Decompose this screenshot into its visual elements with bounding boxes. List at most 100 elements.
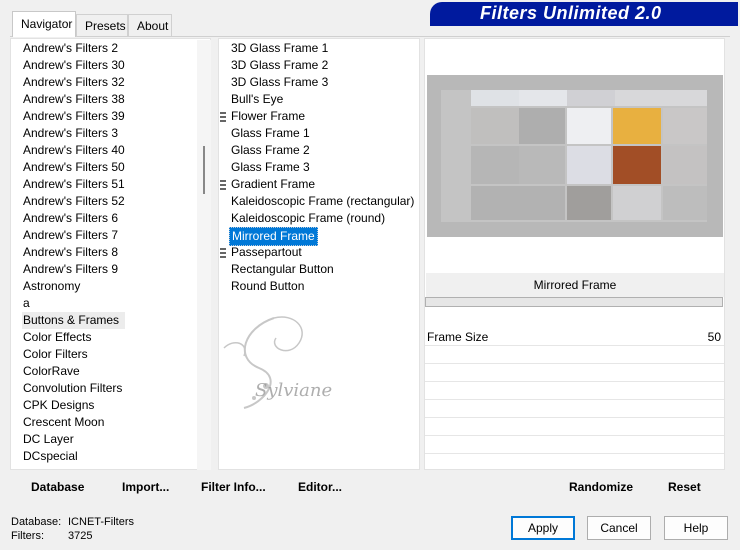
filter-item-label: Kaleidoscopic Frame (rectangular) [231,194,415,208]
category-item[interactable]: ColorRave [22,363,127,380]
filter-item-label: Glass Frame 2 [231,143,310,157]
category-item[interactable]: Convolution Filters [22,380,127,397]
group-grip-icon [220,180,226,190]
category-item[interactable]: Andrew's Filters 51 [22,176,127,193]
title-banner: Filters Unlimited 2.0 [430,2,738,26]
category-item[interactable]: Andrew's Filters 7 [22,227,127,244]
category-item[interactable]: Andrew's Filters 40 [22,142,127,159]
category-item[interactable]: Andrew's Filters 9 [22,261,127,278]
filter-item[interactable]: Kaleidoscopic Frame (round) [229,210,416,227]
preview-filter-name: Mirrored Frame [426,273,724,297]
category-item[interactable]: DCspecial [22,448,127,465]
filter-item-label: Kaleidoscopic Frame (round) [231,211,386,225]
filter-item-label: Mirrored Frame [232,229,315,243]
filter-item[interactable]: Glass Frame 2 [229,142,416,159]
filter-item-label: Glass Frame 1 [231,126,310,140]
param-row-empty [425,436,724,454]
filter-row: Passepartout [220,244,416,261]
param-row-empty [425,418,724,436]
editor-button[interactable]: Editor... [298,480,342,494]
filter-item-label: Glass Frame 3 [231,160,310,174]
param-value[interactable]: 50 [708,330,721,344]
filter-info-button[interactable]: Filter Info... [201,480,266,494]
filter-row: Glass Frame 1 [229,125,416,142]
watermark-flourish-icon [223,316,303,409]
filter-item[interactable]: Passepartout [220,244,416,261]
tab-about[interactable]: About [128,14,172,36]
filter-row: 3D Glass Frame 3 [229,74,416,91]
filter-item[interactable]: Flower Frame [220,108,416,125]
category-item[interactable]: Andrew's Filters 3 [22,125,127,142]
progress-bar [425,297,723,307]
filter-item-label: Rectangular Button [231,262,334,276]
filter-item[interactable]: Bull's Eye [229,91,416,108]
param-row-empty [425,400,724,418]
category-item[interactable]: Astronomy [22,278,127,295]
category-item[interactable]: CPK Designs [22,397,127,414]
filter-list[interactable]: 3D Glass Frame 1 3D Glass Frame 2 3D Glass… [220,40,416,295]
filter-item[interactable]: Rectangular Button [229,261,416,278]
filter-item-label: 3D Glass Frame 3 [231,75,329,89]
param-row-frame-size[interactable]: Frame Size 50 [425,328,724,346]
import-button[interactable]: Import... [122,480,169,494]
param-label: Frame Size [427,330,489,344]
filter-item[interactable]: 3D Glass Frame 3 [229,74,416,91]
filter-item-label: Passepartout [231,245,302,259]
category-scroll-thumb[interactable] [203,146,205,194]
category-item[interactable]: Color Effects [22,329,127,346]
filter-row: Bull's Eye [229,91,416,108]
category-list[interactable]: Andrew's Filters 2 Andrew's Filters 30 And… [22,40,127,465]
category-item[interactable]: Andrew's Filters 32 [22,74,127,91]
reset-button[interactable]: Reset [668,480,701,494]
filter-row: 3D Glass Frame 1 [229,40,416,57]
filter-item-label: Bull's Eye [231,92,284,106]
tab-presets[interactable]: Presets [76,14,128,36]
category-item[interactable]: Buttons & Frames [22,312,126,329]
category-item[interactable]: Andrew's Filters 38 [22,91,127,108]
tab-navigator[interactable]: Navigator [12,11,76,37]
filter-row: Round Button [229,278,416,295]
banner-title: Filters Unlimited 2.0 [480,3,662,23]
status-filters-label: Filters: [11,530,44,542]
randomize-button[interactable]: Randomize [569,480,633,494]
filter-item[interactable]: Round Button [229,278,416,295]
filter-item[interactable]: 3D Glass Frame 2 [229,57,416,74]
category-item[interactable]: Andrew's Filters 8 [22,244,127,261]
filter-item[interactable]: 3D Glass Frame 1 [229,40,416,57]
cancel-button[interactable]: Cancel [587,516,651,540]
filter-row: Gradient Frame [220,176,416,193]
category-item[interactable]: DC Layer [22,431,127,448]
preview-image [427,75,723,237]
category-item[interactable]: Andrew's Filters 6 [22,210,127,227]
filter-item[interactable]: Kaleidoscopic Frame (rectangular) [229,193,416,210]
watermark-text: Sylviane [255,380,333,401]
database-button[interactable]: Database [31,480,84,494]
category-item[interactable]: Crescent Moon [22,414,127,431]
category-item[interactable]: Andrew's Filters 30 [22,57,127,74]
filter-item[interactable]: Gradient Frame [220,176,416,193]
param-row-empty [425,346,724,364]
filter-item-label: Flower Frame [231,109,306,123]
filter-item-label: Gradient Frame [231,177,316,191]
filter-row: Mirrored Frame [229,227,416,246]
filter-row: Kaleidoscopic Frame (rectangular) [229,193,416,210]
group-grip-icon [220,248,226,258]
param-row-empty [425,364,724,382]
filter-row: 3D Glass Frame 2 [229,57,416,74]
category-item[interactable]: Andrew's Filters 2 [22,40,127,57]
category-item[interactable]: Color Filters [22,346,127,363]
filter-item[interactable]: Glass Frame 3 [229,159,416,176]
category-item[interactable]: Andrew's Filters 50 [22,159,127,176]
filter-item[interactable]: Glass Frame 1 [229,125,416,142]
category-item[interactable]: Andrew's Filters 52 [22,193,127,210]
param-row-empty [425,382,724,400]
filter-item-label: 3D Glass Frame 2 [231,58,329,72]
help-button[interactable]: Help [664,516,728,540]
category-item[interactable]: a [22,295,127,312]
filter-row: Glass Frame 2 [229,142,416,159]
status-filters-value: 3725 [68,530,93,542]
filter-item-label: 3D Glass Frame 1 [231,41,329,55]
apply-button[interactable]: Apply [511,516,575,540]
filter-row: Glass Frame 3 [229,159,416,176]
category-item[interactable]: Andrew's Filters 39 [22,108,127,125]
